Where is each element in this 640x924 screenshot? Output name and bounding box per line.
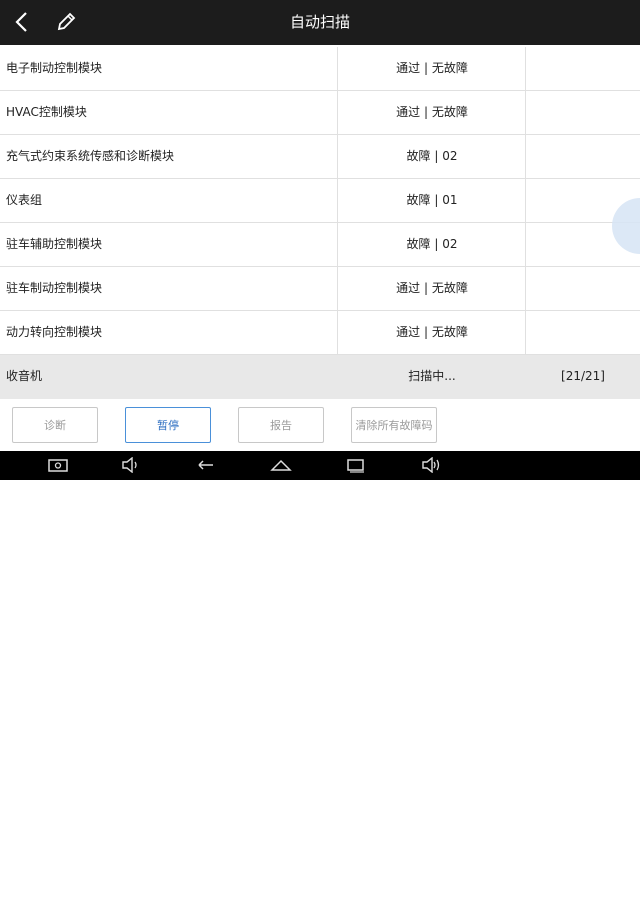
module-status: 通过 | 无故障 [396, 281, 468, 295]
module-name: 驻车辅助控制模块 [6, 237, 103, 251]
top-bar: 自动扫描 [0, 0, 640, 45]
module-name: 驻车制动控制模块 [6, 281, 103, 295]
action-bar: 诊断 暂停 报告 清除所有故障码 [0, 401, 640, 451]
report-button[interactable]: 报告 [238, 407, 324, 443]
module-name: 收音机 [6, 369, 43, 383]
module-row[interactable]: 驻车辅助控制模块 故障 | 02 [0, 223, 640, 267]
module-row[interactable]: 充气式约束系统传感和诊断模块 故障 | 02 [0, 135, 640, 179]
page-title: 自动扫描 [289, 13, 350, 31]
screenshot-icon[interactable] [47, 455, 69, 475]
module-name: 电子制动控制模块 [6, 61, 103, 75]
volume-down-icon[interactable] [120, 455, 142, 475]
module-status: 通过 | 无故障 [396, 325, 468, 339]
recents-icon[interactable] [345, 455, 367, 475]
diagnose-button[interactable]: 诊断 [12, 407, 98, 443]
module-row-scanning[interactable]: 收音机 扫描中... [21/21] [0, 355, 640, 399]
watermark: 头条 @飞哥学车 [525, 907, 628, 923]
nav-back-icon[interactable] [195, 455, 217, 475]
pause-button[interactable]: 暂停 [125, 407, 211, 443]
module-status: 故障 | 02 [406, 149, 458, 163]
module-row[interactable]: 电子制动控制模块 通过 | 无故障 [0, 47, 640, 91]
module-name: HVAC控制模块 [6, 105, 87, 119]
system-nav-bar: 头条 @飞哥学车 [0, 451, 640, 923]
module-status: 故障 | 01 [406, 193, 458, 207]
module-row[interactable]: HVAC控制模块 通过 | 无故障 [0, 91, 640, 135]
module-status: 通过 | 无故障 [396, 105, 468, 119]
module-name: 充气式约束系统传感和诊断模块 [6, 149, 175, 163]
module-status: 故障 | 02 [406, 237, 458, 251]
module-name: 仪表组 [6, 193, 43, 207]
module-status: 扫描中... [408, 369, 456, 383]
module-row[interactable]: 驻车制动控制模块 通过 | 无故障 [0, 267, 640, 311]
module-status: 通过 | 无故障 [396, 61, 468, 75]
scan-progress: [21/21] [561, 369, 605, 383]
module-row[interactable]: 动力转向控制模块 通过 | 无故障 [0, 311, 640, 355]
module-name: 动力转向控制模块 [6, 325, 103, 339]
module-row[interactable]: 仪表组 故障 | 01 [0, 179, 640, 223]
clear-codes-button[interactable]: 清除所有故障码 [351, 407, 437, 443]
home-icon[interactable] [270, 455, 292, 475]
volume-up-icon[interactable] [420, 455, 442, 475]
module-list: 电子制动控制模块 通过 | 无故障 HVAC控制模块 通过 | 无故障 充气式约… [0, 47, 640, 399]
